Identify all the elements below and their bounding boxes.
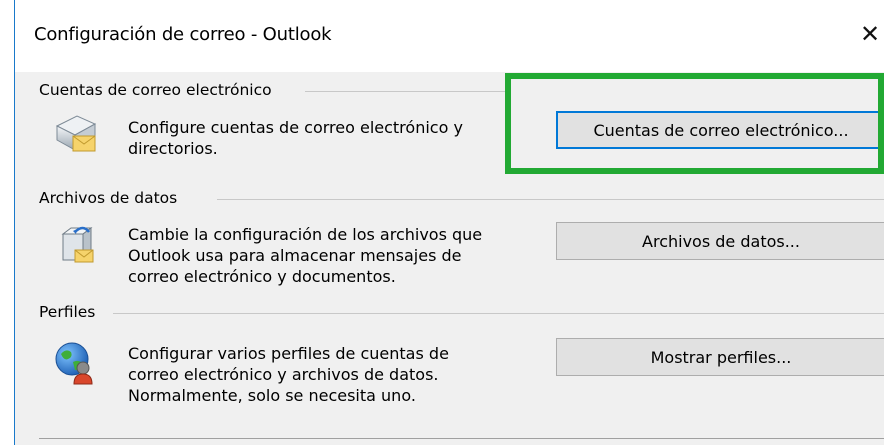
- section-header-profiles: Perfiles: [39, 303, 96, 321]
- email-accounts-icon: [55, 115, 97, 152]
- section-divider: [217, 199, 884, 200]
- description-line: correo electrónico y archivos de datos.: [128, 365, 439, 384]
- description-line: Outlook usa para almacenar mensajes de: [128, 246, 462, 265]
- mail-setup-dialog: Configuración de correo - Outlook ✕ Cuen…: [14, 0, 884, 445]
- email-accounts-button[interactable]: Cuentas de correo electrónico...: [556, 111, 884, 149]
- profiles-description: Configurar varios perfiles de cuentas de…: [128, 343, 548, 406]
- description-line: Configure cuentas de correo electrónico …: [128, 118, 463, 137]
- show-profiles-button[interactable]: Mostrar perfiles...: [556, 338, 884, 376]
- section-divider: [113, 313, 884, 314]
- bottom-divider: [39, 438, 884, 439]
- data-files-icon: [61, 226, 94, 263]
- description-line: Configurar varios perfiles de cuentas de: [128, 344, 449, 363]
- description-line: correo electrónico y documentos.: [128, 267, 396, 286]
- description-line: Normalmente, solo se necesita uno.: [128, 386, 416, 405]
- close-icon[interactable]: ✕: [860, 19, 884, 49]
- title-bar: Configuración de correo - Outlook ✕: [15, 0, 884, 72]
- profiles-icon: [55, 342, 93, 385]
- section-header-data-files: Archivos de datos: [39, 189, 178, 207]
- email-accounts-description: Configure cuentas de correo electrónico …: [128, 117, 548, 159]
- dialog-title: Configuración de correo - Outlook: [34, 24, 332, 45]
- description-line: directorios.: [128, 139, 218, 158]
- description-line: Cambie la configuración de los archivos …: [128, 225, 483, 244]
- section-divider: [305, 91, 505, 92]
- section-header-email-accounts: Cuentas de correo electrónico: [39, 81, 272, 99]
- data-files-description: Cambie la configuración de los archivos …: [128, 224, 548, 287]
- data-files-button[interactable]: Archivos de datos...: [556, 222, 884, 260]
